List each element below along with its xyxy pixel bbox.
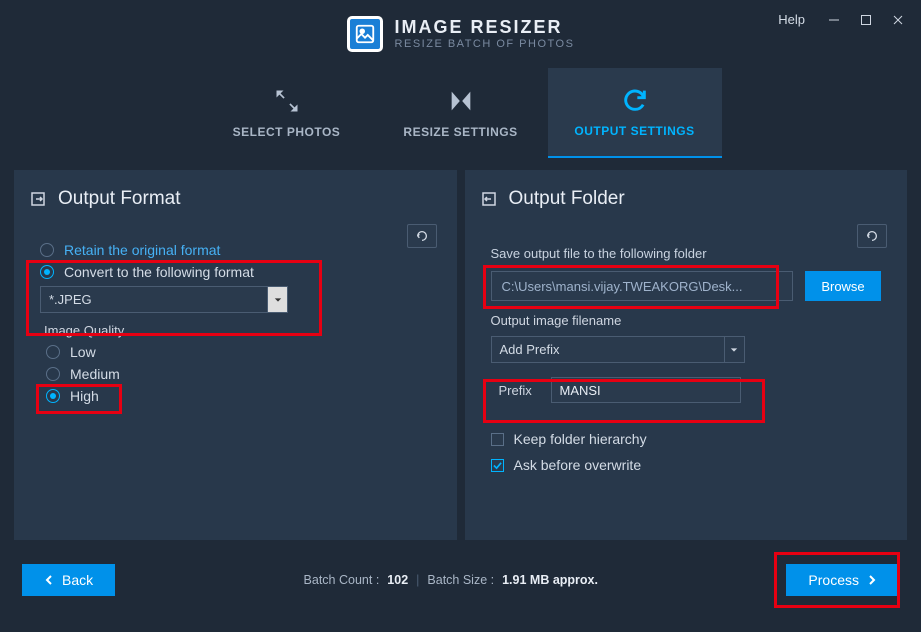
checkbox-label: Ask before overwrite (514, 457, 642, 473)
chevron-right-icon (867, 575, 877, 585)
app-logo (347, 16, 383, 52)
panel-title: Output Format (58, 188, 181, 210)
chevron-down-icon (724, 337, 744, 362)
radio-icon (46, 345, 60, 359)
radio-icon (46, 389, 60, 403)
tab-output-settings[interactable]: OUTPUT SETTINGS (548, 68, 722, 158)
output-path-field[interactable]: C:\Users\mansi.vijay.TWEAKORG\Desk... (491, 271, 794, 301)
chevron-down-icon (267, 287, 287, 312)
flip-icon (447, 87, 475, 115)
checkbox-keep-hierarchy[interactable]: Keep folder hierarchy (491, 431, 882, 447)
divider: | (416, 573, 419, 587)
prefix-label: Prefix (499, 383, 539, 398)
refresh-icon (621, 86, 649, 114)
output-format-panel: Output Format Retain the original format… (14, 170, 457, 540)
batch-info: Batch Count : 102 | Batch Size : 1.91 MB… (304, 573, 598, 587)
radio-icon (40, 265, 54, 279)
radio-label: Low (70, 344, 96, 360)
tab-select-photos[interactable]: SELECT PHOTOS (200, 68, 374, 158)
help-menu[interactable]: Help (772, 8, 815, 31)
filename-mode-select[interactable]: Add Prefix (491, 336, 745, 363)
radio-label: Convert to the following format (64, 264, 254, 280)
browse-button[interactable]: Browse (805, 271, 881, 301)
select-value: *.JPEG (41, 287, 267, 312)
batch-count-label: Batch Count : (304, 573, 380, 587)
chevron-left-icon (44, 575, 54, 585)
quality-label: Image Quality (44, 323, 431, 338)
expand-arrows-icon (273, 87, 301, 115)
minimize-button[interactable] (821, 9, 847, 31)
radio-quality-medium[interactable]: Medium (46, 366, 431, 382)
batch-size-label: Batch Size : (427, 573, 494, 587)
tab-label: OUTPUT SETTINGS (574, 124, 694, 138)
app-subtitle: RESIZE BATCH OF PHOTOS (395, 38, 575, 50)
checkbox-label: Keep folder hierarchy (514, 431, 647, 447)
checkbox-ask-overwrite[interactable]: Ask before overwrite (491, 457, 882, 473)
process-button[interactable]: Process (786, 564, 899, 596)
help-label: Help (778, 12, 805, 27)
checkbox-icon (491, 459, 504, 472)
close-button[interactable] (885, 9, 911, 31)
app-title: IMAGE RESIZER (395, 18, 575, 38)
radio-convert-format[interactable]: Convert to the following format (40, 264, 431, 280)
radio-label: Retain the original format (64, 242, 220, 258)
undo-icon (865, 229, 879, 243)
checkbox-icon (491, 433, 504, 446)
radio-retain-format[interactable]: Retain the original format (40, 242, 431, 258)
output-folder-panel: Output Folder Save output file to the fo… (465, 170, 908, 540)
format-select[interactable]: *.JPEG (40, 286, 288, 313)
button-label: Back (62, 572, 93, 588)
batch-count-value: 102 (387, 573, 408, 587)
import-icon (481, 191, 497, 207)
panel-title: Output Folder (509, 188, 625, 210)
maximize-button[interactable] (853, 9, 879, 31)
radio-icon (46, 367, 60, 381)
reset-format-button[interactable] (407, 224, 437, 248)
tab-label: SELECT PHOTOS (233, 125, 341, 139)
select-value: Add Prefix (492, 337, 724, 362)
batch-size-value: 1.91 MB approx. (502, 573, 598, 587)
save-path-label: Save output file to the following folder (491, 246, 882, 261)
back-button[interactable]: Back (22, 564, 115, 596)
undo-icon (415, 229, 429, 243)
prefix-input[interactable] (551, 377, 741, 403)
radio-label: High (70, 388, 99, 404)
button-label: Process (808, 572, 859, 588)
radio-icon (40, 243, 54, 257)
filename-label: Output image filename (491, 313, 882, 328)
export-icon (30, 191, 46, 207)
radio-quality-low[interactable]: Low (46, 344, 431, 360)
radio-quality-high[interactable]: High (46, 388, 431, 404)
tab-label: RESIZE SETTINGS (403, 125, 517, 139)
reset-folder-button[interactable] (857, 224, 887, 248)
radio-label: Medium (70, 366, 120, 382)
tab-resize-settings[interactable]: RESIZE SETTINGS (374, 68, 548, 158)
